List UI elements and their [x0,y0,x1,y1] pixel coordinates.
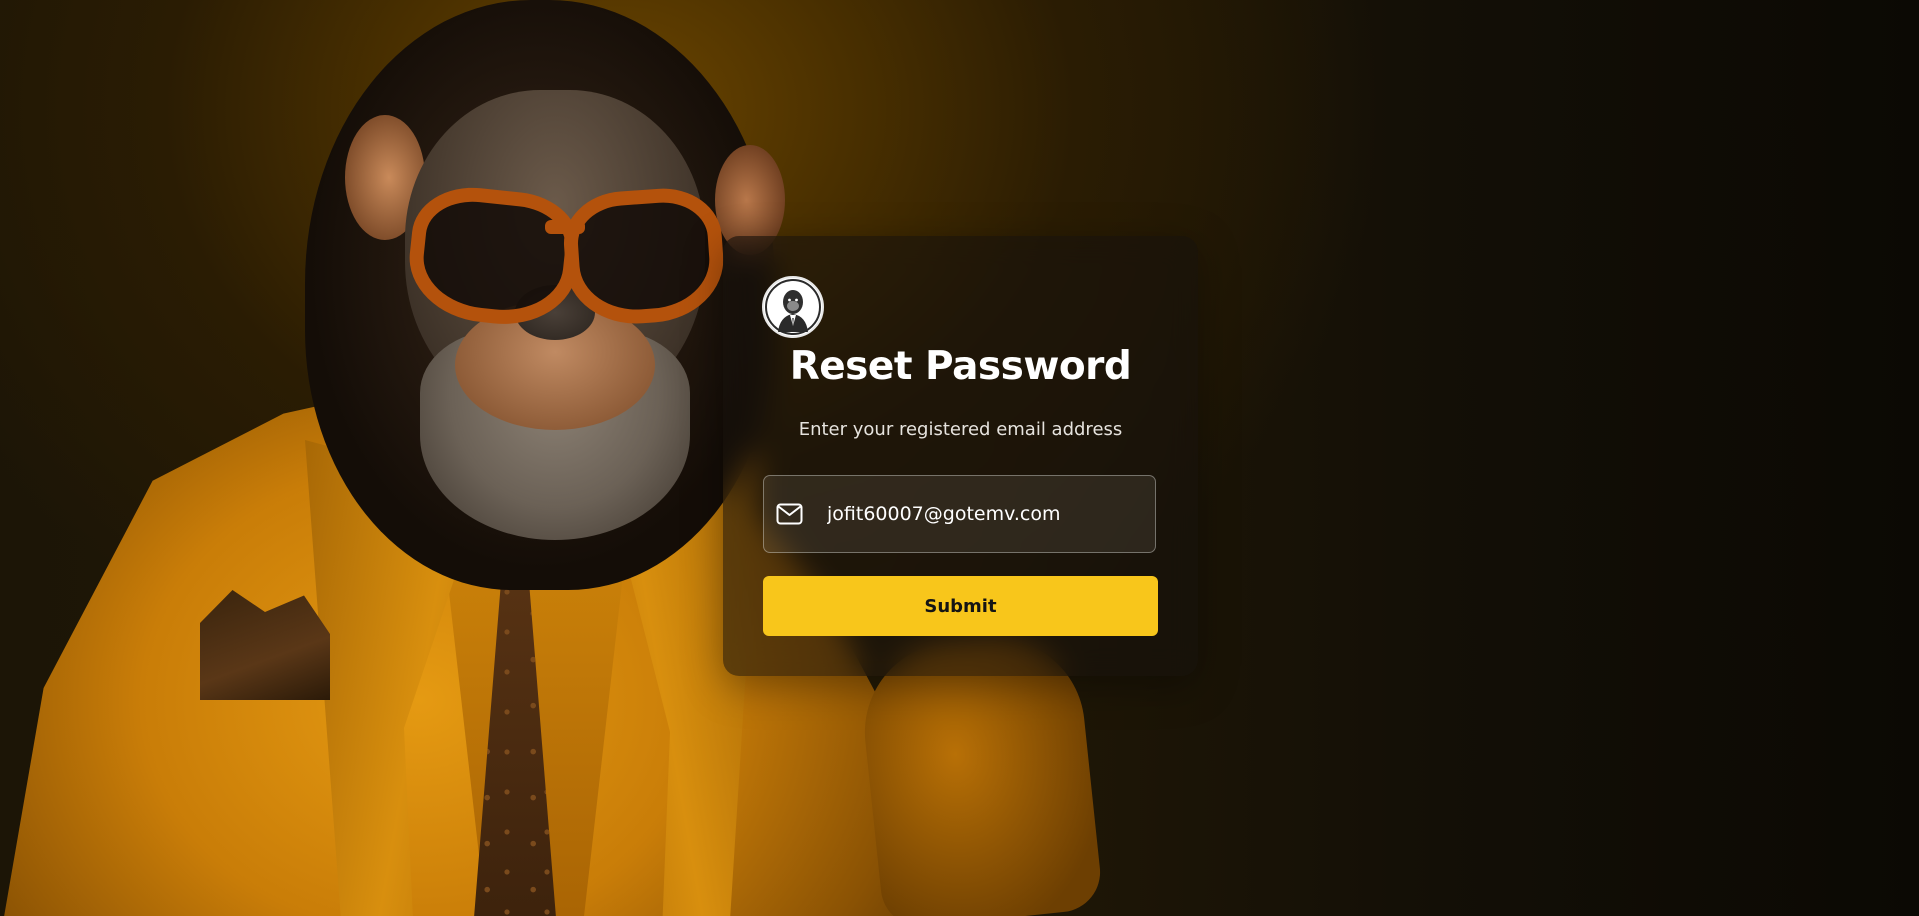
reset-password-card: Reset Password Enter your registered ema… [723,236,1198,676]
mail-icon [776,503,803,525]
email-input[interactable] [827,476,1147,552]
page-subtitle: Enter your registered email address [798,419,1123,440]
submit-button[interactable]: Submit [763,576,1158,636]
gorilla-logo-icon [765,279,821,335]
email-field[interactable] [763,475,1156,553]
page-title: Reset Password [789,344,1132,389]
glasses-bridge [545,220,585,234]
page-background: Reset Password Enter your registered ema… [0,0,1919,916]
brand-logo-icon [762,276,824,338]
